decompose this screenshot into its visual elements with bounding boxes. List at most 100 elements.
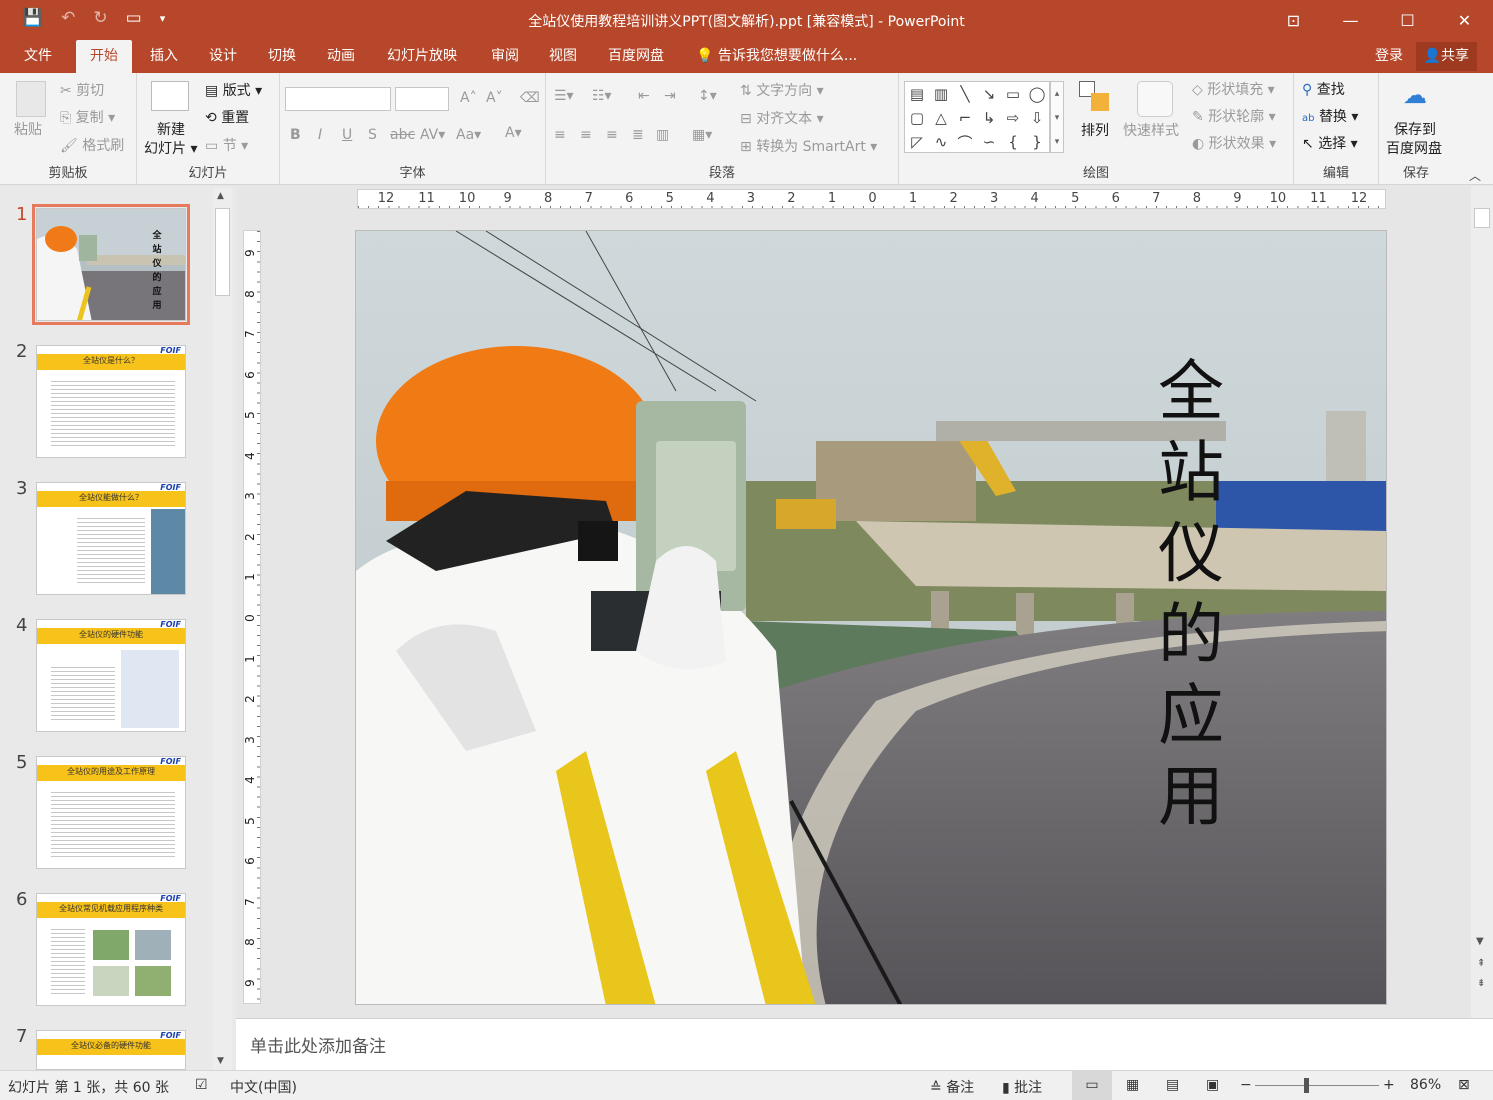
grow-font-icon[interactable]: A˄ — [460, 90, 477, 106]
vertical-textbox-shape-icon[interactable]: ▥ — [934, 85, 948, 103]
increase-indent-icon[interactable]: ⇥ — [664, 88, 676, 104]
notes-toggle-button[interactable]: ≙ 备注 — [930, 1077, 974, 1097]
italic-icon[interactable]: I — [318, 127, 322, 143]
char-spacing-icon[interactable]: AV▾ — [420, 127, 445, 143]
zoom-level[interactable]: 86% — [1410, 1077, 1441, 1093]
tab-design[interactable]: 设计 — [207, 40, 239, 73]
slide-scrollbar[interactable]: ▼ ⇞ ⇟ — [1471, 186, 1493, 1018]
font-name-combo[interactable] — [285, 87, 391, 111]
distribute-icon[interactable]: ▥ — [656, 127, 669, 143]
fit-to-window-icon[interactable]: ⊠ — [1458, 1077, 1470, 1093]
zoom-slider-thumb[interactable] — [1304, 1078, 1309, 1093]
zoom-in-icon[interactable]: + — [1383, 1077, 1395, 1093]
slide-thumbnail-6[interactable]: FOIF 全站仪常见机载应用程序种类 — [36, 893, 186, 1006]
scribble-shape-icon[interactable]: ∿ — [935, 133, 948, 151]
line-shape-icon[interactable]: ╲ — [960, 85, 969, 103]
new-slide-dropdown[interactable]: 幻灯片 ▾ — [144, 138, 197, 158]
reading-view-icon[interactable]: ▤ — [1166, 1077, 1179, 1093]
columns-icon[interactable]: ▦▾ — [692, 127, 712, 143]
shapes-gallery[interactable]: ▤ ▥ ╲ ↘ ▭ ◯ ▢ △ ⌐ ↳ ⇨ ⇩ ◸ ∿ ⌒ ∽ {} — [904, 81, 1050, 153]
slide-thumbnail-2[interactable]: FOIF 全站仪是什么？ — [36, 345, 186, 458]
slide-sorter-view-icon[interactable]: ▦ — [1126, 1077, 1139, 1093]
convert-smartart-button[interactable]: ⊞ 转换为 SmartArt ▾ — [740, 136, 877, 156]
align-right-icon[interactable]: ≡ — [606, 127, 618, 143]
ribbon-display-options-icon[interactable]: ⊡ — [1265, 0, 1322, 40]
oval-shape-icon[interactable]: ◯ — [1029, 85, 1046, 103]
tab-baidu-netdisk[interactable]: 百度网盘 — [606, 40, 666, 73]
shape-fill-button[interactable]: ◇ 形状填充 ▾ — [1192, 79, 1275, 99]
underline-icon[interactable]: U — [342, 127, 352, 143]
justify-icon[interactable]: ≣ — [632, 127, 644, 143]
textbox-shape-icon[interactable]: ▤ — [910, 85, 924, 103]
shape-effects-button[interactable]: ◐ 形状效果 ▾ — [1192, 133, 1276, 153]
tab-view[interactable]: 视图 — [547, 40, 579, 73]
bullets-icon[interactable]: ☰▾ — [554, 88, 574, 104]
current-slide[interactable]: 全 站 仪 的 应 用 — [355, 230, 1387, 1005]
align-center-icon[interactable]: ≡ — [580, 127, 592, 143]
select-button[interactable]: ↖ 选择 ▾ — [1302, 133, 1358, 153]
tell-me-box[interactable]: 💡 告诉我您想要做什么... — [696, 40, 857, 73]
shrink-font-icon[interactable]: A˅ — [486, 90, 503, 106]
thumbnails-scrollbar[interactable]: ▲ ▼ — [213, 188, 232, 1070]
tab-file[interactable]: 文件 — [22, 40, 54, 73]
clear-format-icon[interactable]: ⌫ — [520, 90, 540, 106]
tab-home[interactable]: 开始 — [76, 40, 132, 73]
decrease-indent-icon[interactable]: ⇤ — [638, 88, 650, 104]
text-direction-button[interactable]: ⇅ 文字方向 ▾ — [740, 80, 824, 100]
line-spacing-icon[interactable]: ↕▾ — [698, 88, 717, 104]
share-button[interactable]: 👤共享 — [1415, 42, 1477, 71]
minimize-button[interactable]: — — [1322, 0, 1379, 40]
scroll-thumb[interactable] — [1474, 208, 1490, 228]
zoom-out-icon[interactable]: − — [1240, 1077, 1252, 1093]
reset-button[interactable]: ⟲ 重置 — [205, 107, 249, 127]
left-brace-shape-icon[interactable]: { — [1008, 133, 1018, 151]
elbow-connector-shape-icon[interactable]: ⌐ — [959, 109, 972, 127]
comments-toggle-button[interactable]: ▮ 批注 — [1002, 1077, 1042, 1097]
save-baidu-button[interactable]: 百度网盘 — [1386, 138, 1442, 158]
quick-styles-button[interactable]: 快速样式 — [1123, 120, 1179, 140]
shape-outline-button[interactable]: ✎ 形状轮廓 ▾ — [1192, 106, 1276, 126]
right-arrow-shape-icon[interactable]: ⇨ — [1007, 109, 1020, 127]
align-left-icon[interactable]: ≡ — [554, 127, 566, 143]
scroll-thumb[interactable] — [215, 208, 230, 296]
close-button[interactable]: ✕ — [1436, 0, 1493, 40]
tab-slideshow[interactable]: 幻灯片放映 — [385, 40, 459, 73]
tab-review[interactable]: 审阅 — [489, 40, 521, 73]
find-button[interactable]: ⚲ 查找 — [1302, 79, 1345, 99]
login-link[interactable]: 登录 — [1375, 40, 1403, 73]
spell-check-icon[interactable]: ☑ — [195, 1077, 208, 1093]
triangle-shape-icon[interactable]: △ — [935, 109, 947, 127]
down-arrow-shape-icon[interactable]: ⇩ — [1031, 109, 1044, 127]
numbering-icon[interactable]: ☷▾ — [592, 88, 612, 104]
paste-button[interactable]: 粘贴 — [14, 119, 42, 139]
section-button[interactable]: ▭ 节 ▾ — [205, 135, 248, 155]
layout-button[interactable]: ▤ 版式 ▾ — [205, 80, 262, 100]
rounded-rect-shape-icon[interactable]: ▢ — [910, 109, 924, 127]
arrow-line-shape-icon[interactable]: ↘ — [983, 85, 996, 103]
format-painter-button[interactable]: 🖌 格式刷 — [60, 135, 124, 155]
rectangle-shape-icon[interactable]: ▭ — [1006, 85, 1020, 103]
strikethrough-icon[interactable]: abc — [390, 127, 415, 143]
replace-button[interactable]: ab 替换 ▾ — [1302, 106, 1358, 126]
tab-animations[interactable]: 动画 — [325, 40, 357, 73]
arrange-button[interactable]: 排列 — [1081, 120, 1109, 140]
slide-thumbnail-5[interactable]: FOIF 全站仪的用途及工作原理 — [36, 756, 186, 869]
tab-insert[interactable]: 插入 — [148, 40, 180, 73]
notes-pane[interactable]: 单击此处添加备注 — [236, 1018, 1493, 1070]
slide-thumbnail-3[interactable]: FOIF 全站仪能做什么？ — [36, 482, 186, 595]
freeform-shape-icon[interactable]: ◸ — [911, 133, 923, 151]
shapes-gallery-scroll[interactable]: ▴ ▾ ▾ — [1050, 81, 1064, 153]
slide-title-vertical[interactable]: 全 站 仪 的 应 用 — [1151, 351, 1231, 837]
slide-thumbnail-4[interactable]: FOIF 全站仪的硬件功能 — [36, 619, 186, 732]
align-text-button[interactable]: ⊟ 对齐文本 ▾ — [740, 108, 824, 128]
zoom-slider[interactable] — [1255, 1085, 1379, 1086]
scroll-down-icon[interactable]: ▼ — [1476, 936, 1484, 947]
slideshow-view-icon[interactable]: ▣ — [1206, 1077, 1219, 1093]
tab-transitions[interactable]: 切换 — [266, 40, 298, 73]
slide-thumbnail-1[interactable]: 全站仪的应用 — [32, 204, 190, 325]
elbow-arrow-shape-icon[interactable]: ↳ — [983, 109, 996, 127]
new-slide-button[interactable]: 新建 — [157, 119, 185, 139]
copy-button[interactable]: ⎘ 复制 ▾ — [60, 107, 115, 127]
bold-icon[interactable]: B — [290, 127, 301, 143]
arc-shape-icon[interactable]: ⌒ — [957, 132, 972, 153]
